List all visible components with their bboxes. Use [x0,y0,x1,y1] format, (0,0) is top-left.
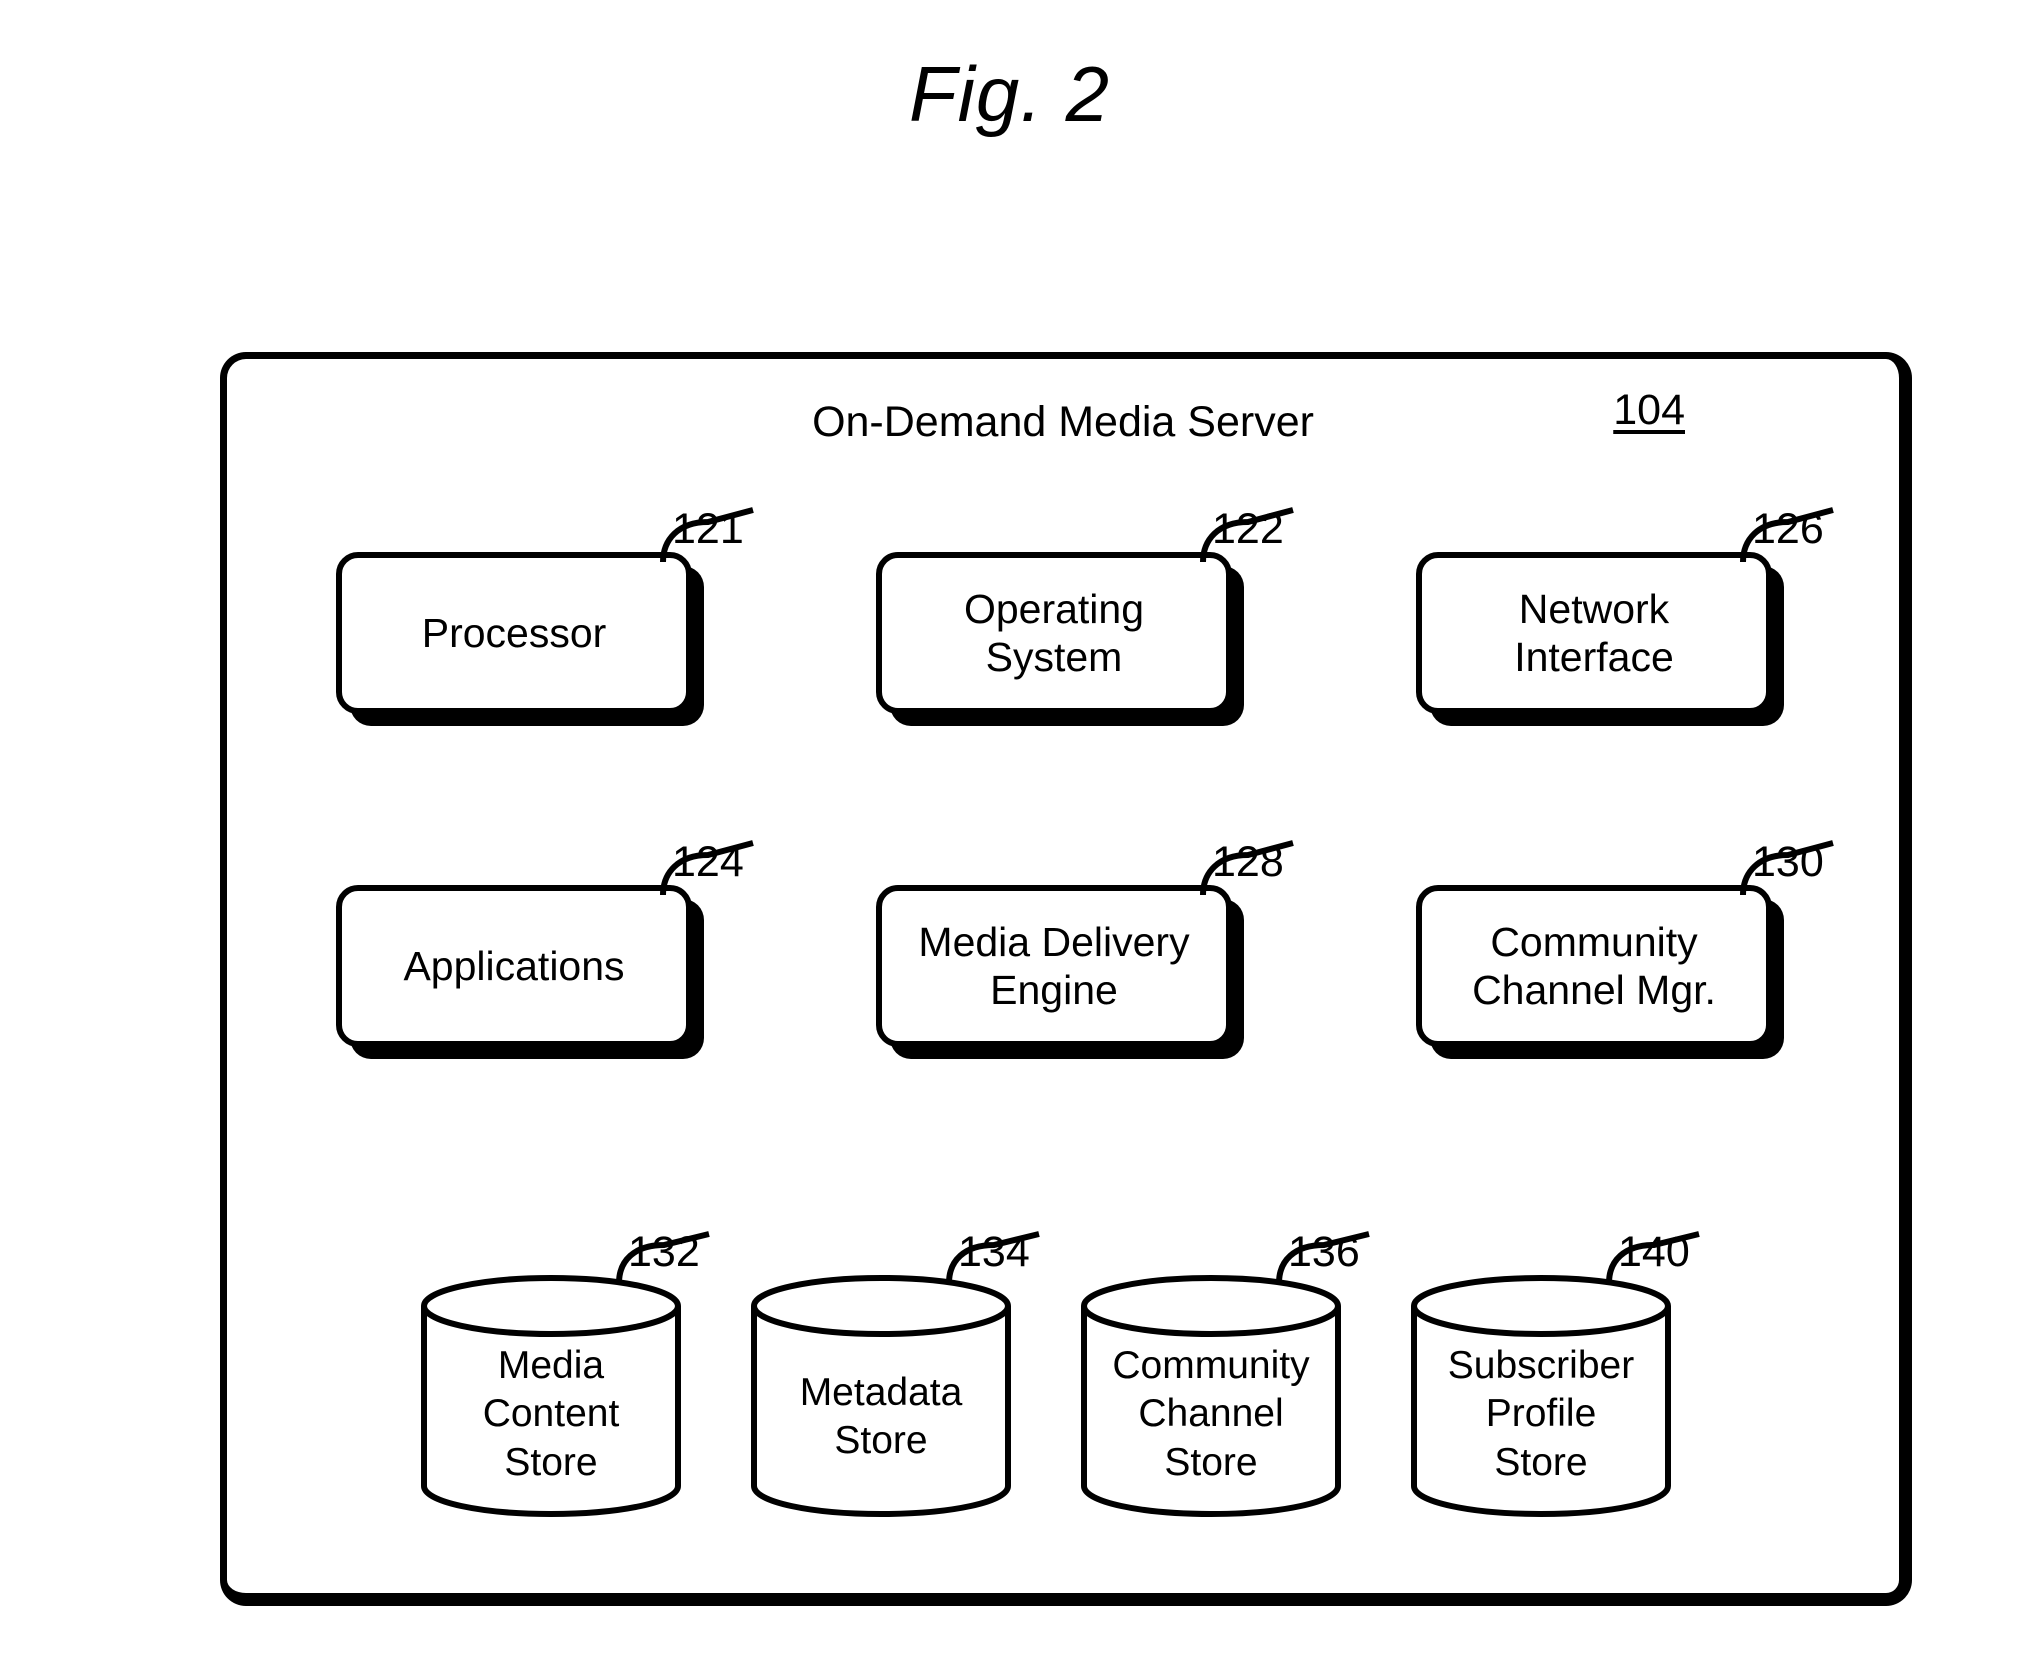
component-label-community-channel-mgr: Community Channel Mgr. [1472,918,1716,1013]
datastore-media-content-store: Media Content Store [418,1272,684,1520]
datastore-label-media-content-store: Media Content Store [482,1344,620,1484]
datastore-community-channel-store: Community Channel Store [1078,1272,1344,1520]
reference-numeral-128: 128 [1212,838,1284,886]
component-label-processor: Processor [421,609,607,656]
component-box-processor: Processor [336,552,692,714]
component-label-applications: Applications [403,942,625,989]
datastore-label-community-channel-store: Community Channel Store [1112,1344,1310,1484]
component-box-network-interface: Network Interface [1416,552,1772,714]
reference-numeral-136: 136 [1288,1228,1360,1276]
component-label-media-delivery-engine: Media Delivery Engine [918,918,1190,1013]
component-box-media-delivery-engine: Media Delivery Engine [876,885,1232,1047]
reference-numeral-132: 132 [628,1228,700,1276]
datastore-label-subscriber-profile-store: Subscriber Profile Store [1447,1344,1635,1484]
reference-numeral-130: 130 [1752,838,1824,886]
component-box-operating-system: Operating System [876,552,1232,714]
component-box-applications: Applications [336,885,692,1047]
datastore-subscriber-profile-store: Subscriber Profile Store [1408,1272,1674,1520]
reference-numeral-126: 126 [1752,505,1824,553]
server-reference-numeral: 104 [1613,386,1685,434]
reference-numeral-134: 134 [958,1228,1030,1276]
reference-numeral-122: 122 [1212,505,1284,553]
component-label-operating-system: Operating System [963,585,1145,680]
reference-numeral-121: 121 [672,505,744,553]
datastore-label-metadata-store: Metadata Store [799,1371,963,1463]
reference-numeral-140: 140 [1618,1228,1690,1276]
figure-2-diagram: Fig. 2 On-Demand Media Server 104 Proces… [0,0,2019,1659]
reference-numeral-124: 124 [672,838,744,886]
figure-title: Fig. 2 [908,50,1111,138]
component-label-network-interface: Network Interface [1514,585,1674,680]
datastore-metadata-store: Metadata Store [748,1272,1014,1520]
component-box-community-channel-mgr: Community Channel Mgr. [1416,885,1772,1047]
